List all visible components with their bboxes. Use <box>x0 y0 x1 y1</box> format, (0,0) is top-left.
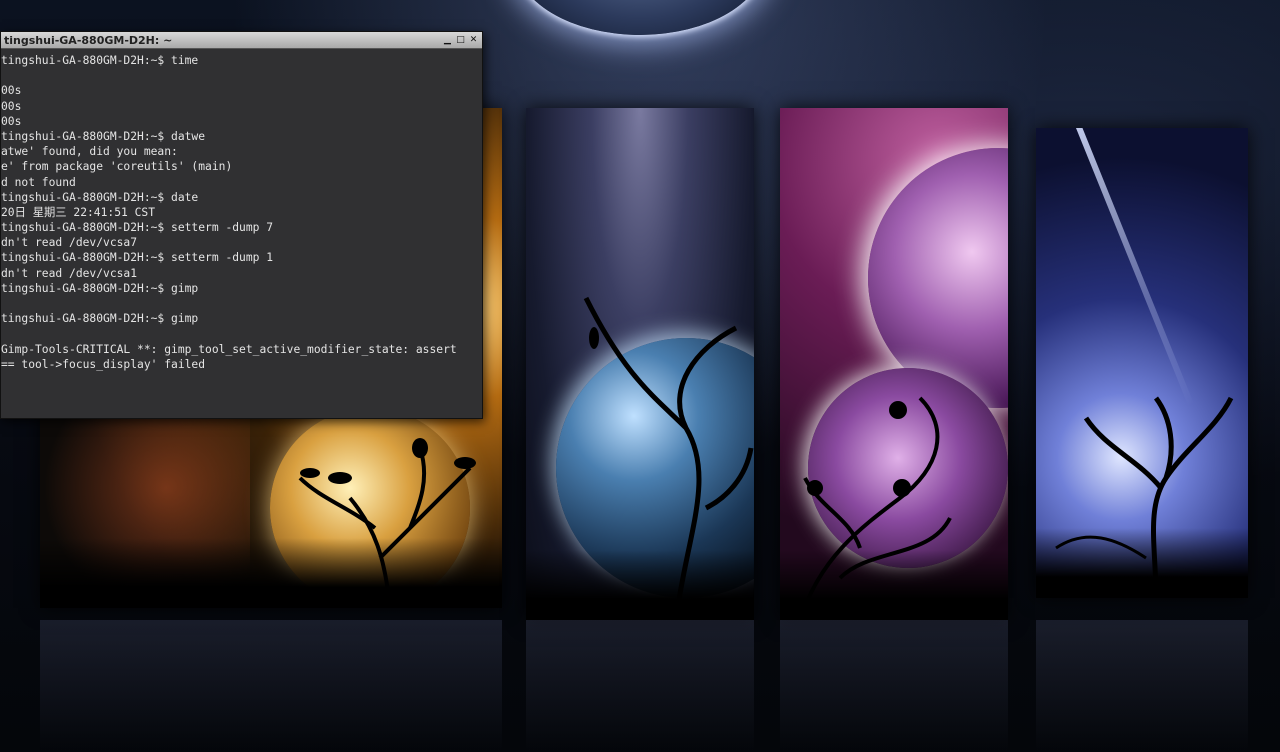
window-controls: ▁ □ ✕ <box>443 35 482 45</box>
terminal-line: dn't read /dev/vcsa7 <box>1 236 138 250</box>
terminal-line: tingshui-GA-880GM-D2H:~$ date <box>1 190 199 204</box>
close-button[interactable]: ✕ <box>469 35 478 45</box>
terminal-line: tingshui-GA-880GM-D2H:~$ gimp <box>1 281 199 295</box>
terminal-line: dn't read /dev/vcsa1 <box>1 266 138 280</box>
wallpaper-ground <box>526 550 754 620</box>
window-title: tingshui-GA-880GM-D2H: ~ <box>4 33 173 47</box>
terminal-line: 00s <box>1 99 22 113</box>
maximize-button[interactable]: □ <box>456 35 465 45</box>
terminal-line: 00s <box>1 84 22 98</box>
window-titlebar[interactable]: tingshui-GA-880GM-D2H: ~ ▁ □ ✕ <box>1 32 482 49</box>
wallpaper-panel-navy <box>1036 128 1248 598</box>
wallpaper-ground <box>1036 528 1248 598</box>
wallpaper-panel-purple <box>780 108 1008 620</box>
wallpaper-ground <box>780 550 1008 620</box>
terminal-line: tingshui-GA-880GM-D2H:~$ setterm -dump 1 <box>1 251 274 265</box>
wallpaper-reflection <box>526 620 754 752</box>
terminal-line: d not found <box>1 175 76 189</box>
minimize-button[interactable]: ▁ <box>443 35 452 45</box>
terminal-line: atwe' found, did you mean: <box>1 145 178 159</box>
terminal-line: Gimp-Tools-CRITICAL **: gimp_tool_set_ac… <box>1 342 457 356</box>
terminal-line: tingshui-GA-880GM-D2H:~$ time <box>1 54 199 67</box>
wallpaper-reflection <box>40 620 502 752</box>
terminal-line: e' from package 'coreutils' (main) <box>1 160 233 174</box>
wallpaper-reflection <box>1036 620 1248 752</box>
terminal-line: == tool->focus_display' failed <box>1 357 206 371</box>
terminal-line: tingshui-GA-880GM-D2H:~$ datwe <box>1 129 206 143</box>
terminal-line: 20日 星期三 22:41:51 CST <box>1 205 156 219</box>
terminal-line: tingshui-GA-880GM-D2H:~$ gimp <box>1 312 199 326</box>
terminal-line: tingshui-GA-880GM-D2H:~$ setterm -dump 7 <box>1 221 274 235</box>
wallpaper-reflection <box>780 620 1008 752</box>
wallpaper-ground <box>40 538 502 608</box>
terminal-output[interactable]: tingshui-GA-880GM-D2H:~$ time 00s 00s 00s ti… <box>1 49 482 418</box>
terminal-line: 00s <box>1 114 22 128</box>
wallpaper-light-beam <box>1076 128 1194 407</box>
wallpaper-top-planet <box>515 0 765 35</box>
terminal-window[interactable]: tingshui-GA-880GM-D2H: ~ ▁ □ ✕ tingshui-… <box>0 31 483 419</box>
wallpaper-panel-blue <box>526 108 754 620</box>
